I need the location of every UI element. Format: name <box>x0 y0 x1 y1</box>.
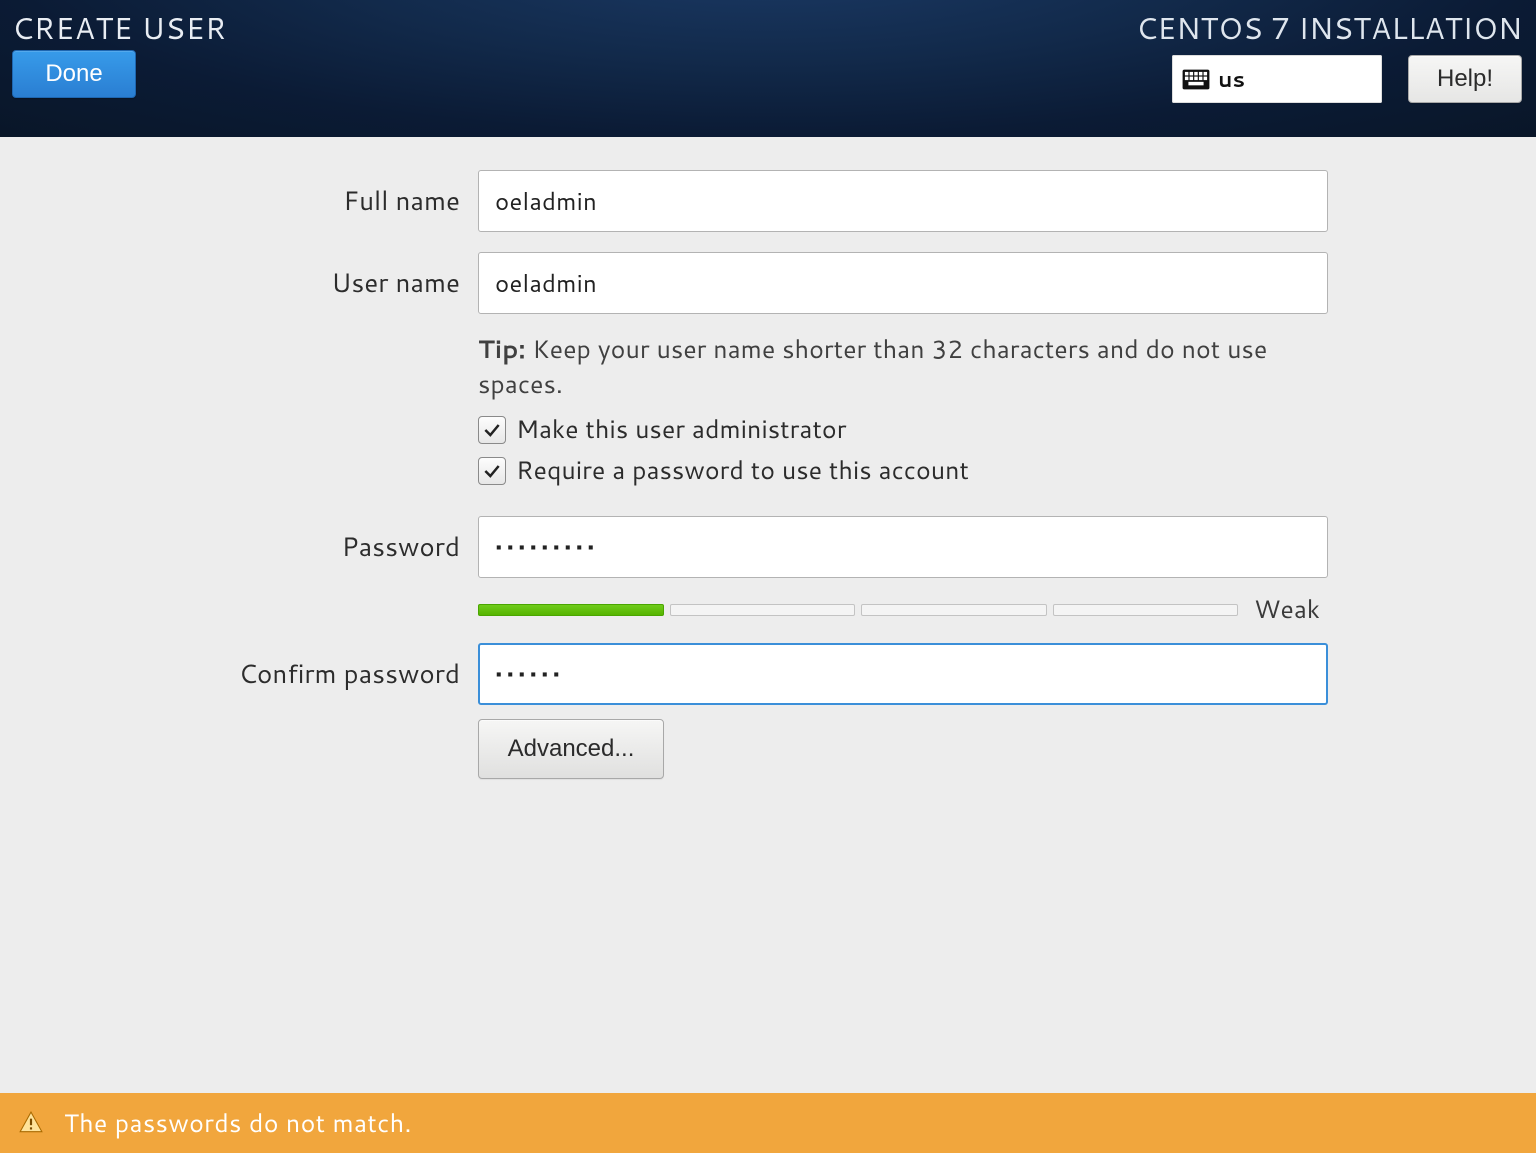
user-name-label: User name <box>0 265 460 301</box>
page-title: CREATE USER <box>12 6 227 49</box>
strength-segment-4 <box>1053 604 1239 616</box>
keyboard-icon <box>1182 68 1210 90</box>
require-password-checkbox[interactable] <box>478 457 506 485</box>
password-row: Password <box>0 516 1536 578</box>
require-password-checkbox-group[interactable]: Require a password to use this account <box>478 453 1358 488</box>
full-name-row: Full name <box>0 170 1536 232</box>
user-name-row: User name <box>0 252 1536 314</box>
header-bar: CREATE USER CENTOS 7 INSTALLATION Done <box>0 0 1536 137</box>
warning-icon <box>18 1110 44 1136</box>
password-input[interactable] <box>478 516 1328 578</box>
strength-segment-2 <box>670 604 856 616</box>
help-button[interactable]: Help! <box>1408 55 1522 103</box>
strength-segment-3 <box>861 604 1047 616</box>
create-user-form: Full name User name Tip: Keep your user … <box>0 170 1536 779</box>
full-name-label: Full name <box>0 183 460 219</box>
tip-prefix: Tip: <box>478 332 526 367</box>
confirm-password-label: Confirm password <box>0 656 460 692</box>
make-admin-row: Make this user administrator <box>0 412 1536 447</box>
require-password-row: Require a password to use this account <box>0 453 1536 488</box>
require-password-label: Require a password to use this account <box>516 453 969 488</box>
tip-body: Keep your user name shorter than 32 char… <box>478 332 1267 402</box>
keyboard-layout-selector[interactable]: us <box>1172 55 1382 103</box>
strength-segment-1 <box>478 604 664 616</box>
warning-message: The passwords do not match. <box>64 1106 412 1141</box>
confirm-password-input[interactable] <box>478 643 1328 705</box>
strength-label: Weak <box>1254 592 1320 627</box>
make-admin-label: Make this user administrator <box>516 412 846 447</box>
keyboard-layout-label: us <box>1218 64 1245 95</box>
password-label: Password <box>0 529 460 565</box>
full-name-input[interactable] <box>478 170 1328 232</box>
password-strength-meter: Weak <box>478 592 1358 627</box>
strength-bar <box>478 604 1238 616</box>
advanced-button[interactable]: Advanced... <box>478 719 664 779</box>
user-name-tip-row: Tip: Keep your user name shorter than 32… <box>0 332 1536 402</box>
installer-title: CENTOS 7 INSTALLATION <box>1136 6 1522 49</box>
header-right-cluster: us Help! <box>1172 55 1522 103</box>
confirm-password-row: Confirm password <box>0 643 1536 705</box>
advanced-row: Advanced... <box>0 719 1536 779</box>
done-button[interactable]: Done <box>12 50 136 98</box>
make-admin-checkbox-group[interactable]: Make this user administrator <box>478 412 1358 447</box>
warning-bar: The passwords do not match. <box>0 1093 1536 1153</box>
password-strength-row: Weak <box>0 592 1536 627</box>
user-name-input[interactable] <box>478 252 1328 314</box>
make-admin-checkbox[interactable] <box>478 416 506 444</box>
user-name-tip: Tip: Keep your user name shorter than 32… <box>478 332 1358 402</box>
